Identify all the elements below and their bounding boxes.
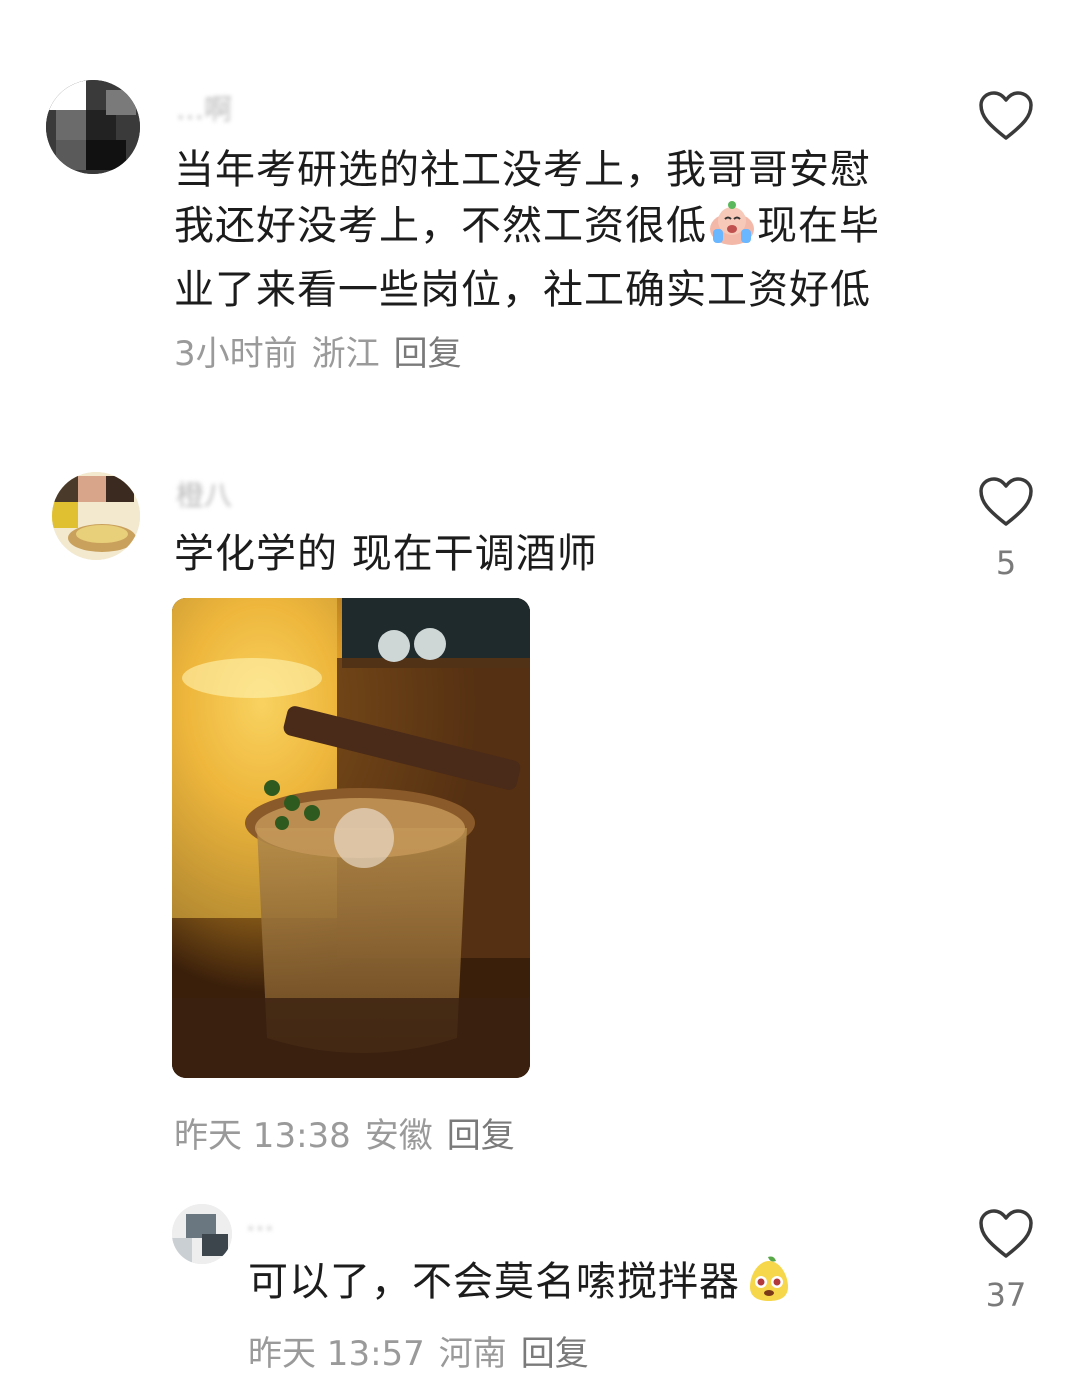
comment-text-segment: 我还好没考上，不然工资很低 [174,203,707,249]
comment-image[interactable] [172,598,530,1078]
like-button[interactable] [978,90,1034,142]
comment-text-segment: 现在毕 [757,203,880,249]
comment-meta: 昨天 13:57 河南 回复 [248,1326,589,1375]
heart-outline-icon [979,1209,1033,1258]
comment-text-line: 当年考研选的社工没考上，我哥哥安慰 [174,147,871,193]
comment-text: 当年考研选的社工没考上，我哥哥安慰 我还好没考上，不然工资很低 现在毕 业了来看… [174,142,914,318]
comment-text: 学化学的 现在干调酒师 [174,531,598,577]
comment-text: 可以了，不会莫名嗦搅拌器 [248,1254,792,1318]
comment-item: … 可以了，不会莫名嗦搅拌器 昨天 13:57 河南 回复 37 [0,1196,1080,1388]
reply-button[interactable]: 回复 [521,1334,589,1374]
like-button[interactable] [978,476,1034,528]
heart-outline-icon [979,91,1033,140]
comment-meta: 3小时前 浙江 回复 [174,326,462,375]
like-count: 37 [985,1276,1027,1314]
comment-time: 3小时前 [174,334,298,374]
reply-button[interactable]: 回复 [394,334,462,374]
comment-time: 昨天 13:38 [174,1116,351,1156]
comment-item: 橙八 学化学的 现在干调酒师 昨天 13:38 安徽 回复 5 [0,462,1080,1162]
username[interactable]: 橙八 [176,474,232,514]
comment-text-segment: 可以了，不会莫名嗦搅拌器 [248,1259,740,1305]
username[interactable]: … [246,1204,274,1237]
username[interactable]: …啊 [176,88,232,128]
comment-time: 昨天 13:57 [248,1334,425,1374]
avatar[interactable] [46,80,140,174]
heart-outline-icon [979,477,1033,526]
avatar[interactable] [172,1204,232,1264]
avatar[interactable] [52,472,140,560]
reply-button[interactable]: 回复 [447,1116,515,1156]
like-button[interactable] [978,1208,1034,1260]
comment-text-line: 我还好没考上，不然工资很低 现在毕 [174,198,914,262]
comment-text-line: 业了来看一些岗位，社工确实工资好低 [174,267,871,313]
like-count: 5 [995,544,1017,582]
comment-region: 安徽 [364,1116,433,1156]
comment-region: 河南 [438,1334,507,1374]
comment-meta: 昨天 13:38 安徽 回复 [174,1108,515,1157]
comment-item: …啊 当年考研选的社工没考上，我哥哥安慰 我还好没考上，不然工资很低 现在毕 业… [0,70,1080,380]
pear-face-emoji-icon [746,1255,792,1318]
crying-face-emoji-icon [707,199,757,262]
comment-region: 浙江 [311,334,380,374]
